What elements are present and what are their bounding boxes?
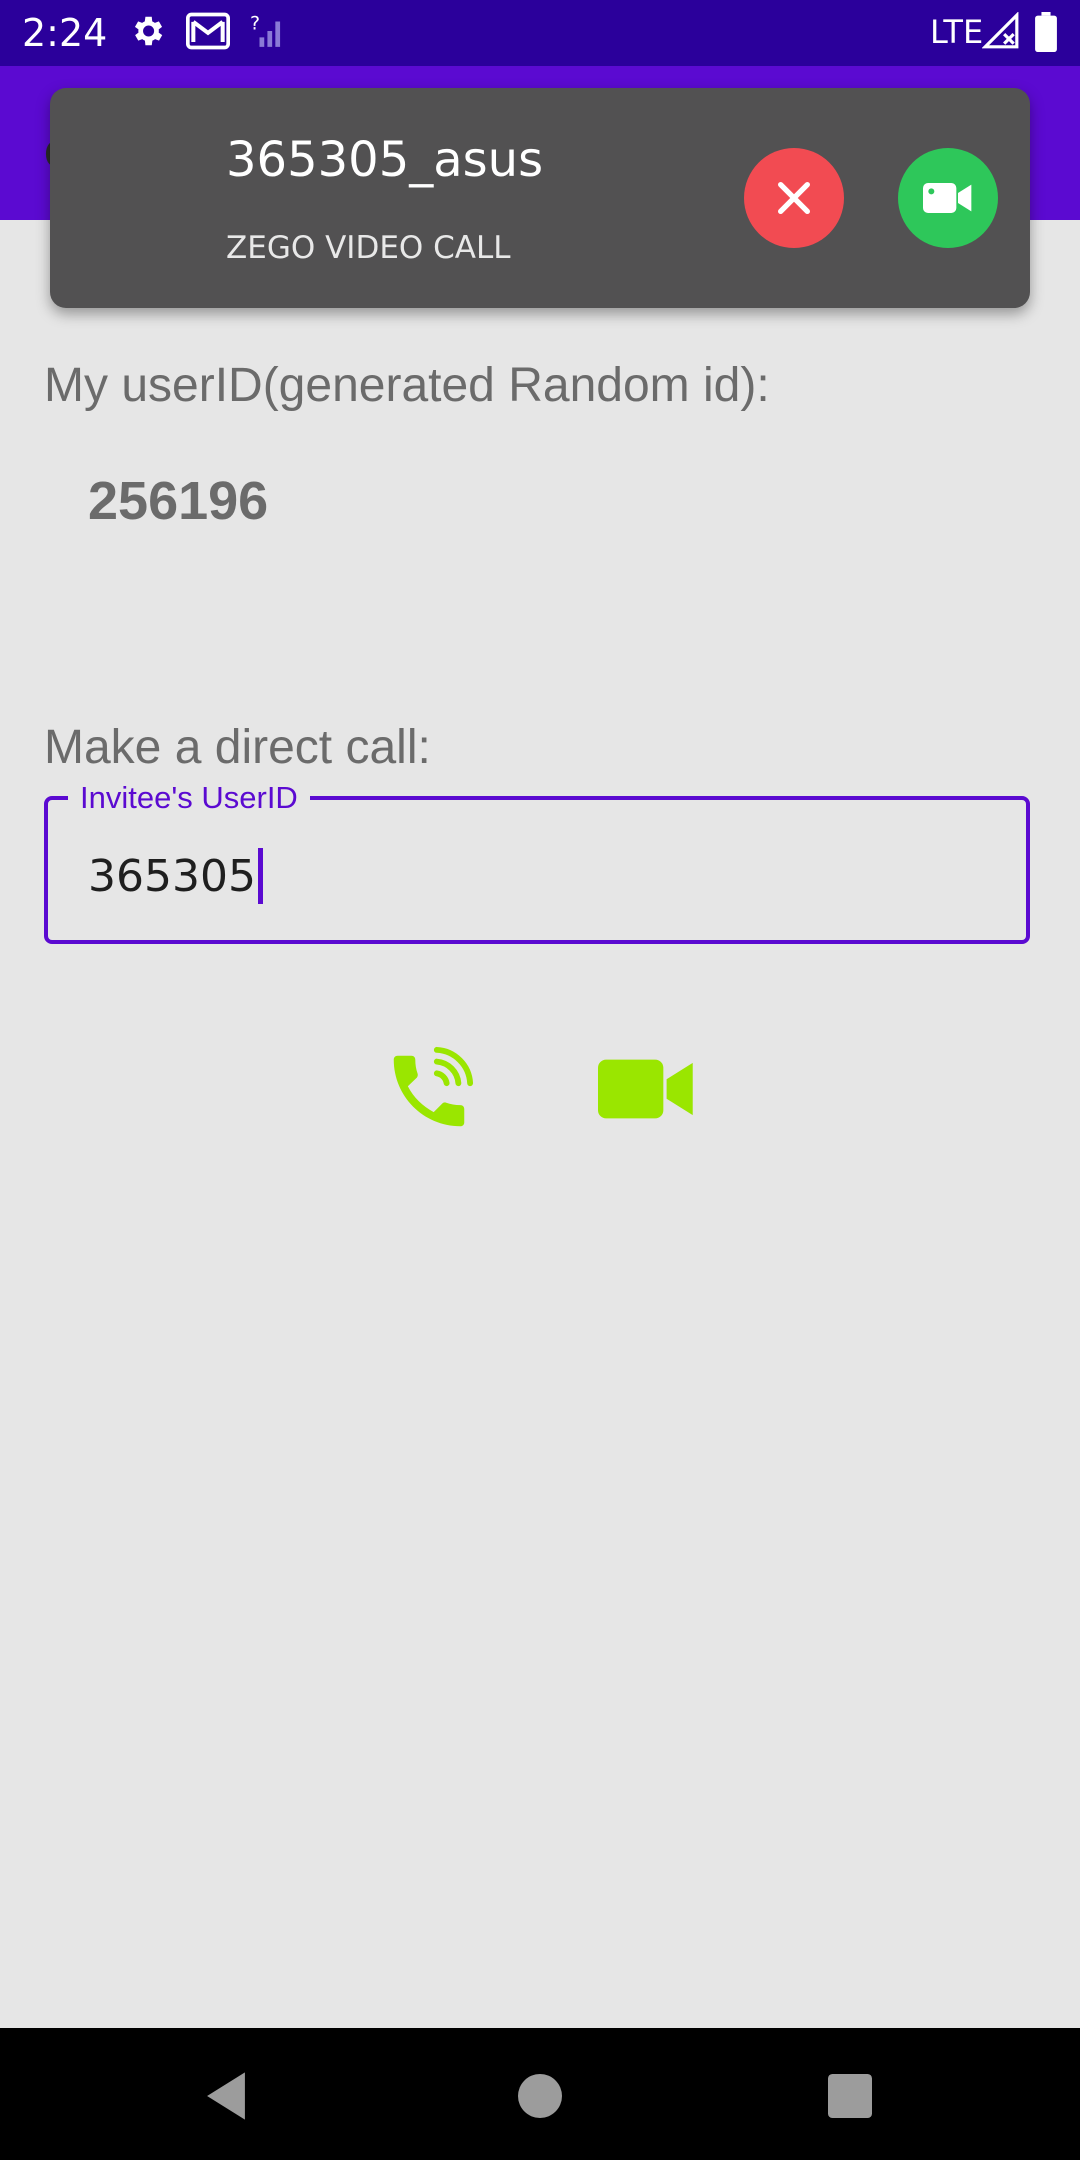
call-type-label: ZEGO VIDEO CALL (226, 230, 511, 266)
status-time: 2:24 (22, 11, 108, 55)
recents-square-icon (828, 2074, 872, 2118)
invitee-userid-value: 365305 (88, 851, 256, 902)
decline-call-button[interactable] (744, 148, 844, 248)
direct-call-label: Make a direct call: (44, 721, 431, 774)
userid-label: My userID(generated Random id): (44, 359, 770, 412)
incoming-call-notification[interactable]: 365305_asus ZEGO VIDEO CALL (50, 88, 1030, 308)
battery-icon (1035, 12, 1057, 52)
screen: 2:24 ? LTE call_with_invitation 365305_a… (0, 0, 1080, 2160)
navigation-bar (0, 2028, 1080, 2160)
home-button[interactable] (500, 2056, 580, 2136)
status-bar: 2:24 ? LTE (0, 0, 1080, 66)
gmail-icon (186, 12, 230, 50)
back-triangle-icon (207, 2072, 245, 2120)
close-icon (778, 182, 810, 214)
svg-text:?: ? (250, 12, 260, 34)
recents-button[interactable] (810, 2056, 890, 2136)
no-signal-icon: ? (250, 12, 281, 47)
network-label: LTE (930, 13, 984, 51)
invitee-userid-label: Invitee's UserID (68, 778, 310, 818)
video-call-button[interactable] (598, 1054, 696, 1124)
invitee-userid-input[interactable]: 365305 (88, 848, 263, 904)
home-circle-icon (518, 2074, 562, 2118)
gear-icon (134, 16, 163, 46)
accept-video-call-button[interactable] (898, 148, 998, 248)
userid-value: 256196 (88, 471, 269, 531)
voice-call-button[interactable] (382, 1044, 476, 1138)
invitee-userid-field[interactable]: Invitee's UserID 365305 (44, 778, 1030, 944)
video-camera-icon (923, 183, 972, 213)
text-caret (257, 848, 263, 904)
caller-name: 365305_asus (226, 132, 544, 188)
signal-x-icon (982, 12, 1019, 49)
back-button[interactable] (186, 2056, 266, 2136)
